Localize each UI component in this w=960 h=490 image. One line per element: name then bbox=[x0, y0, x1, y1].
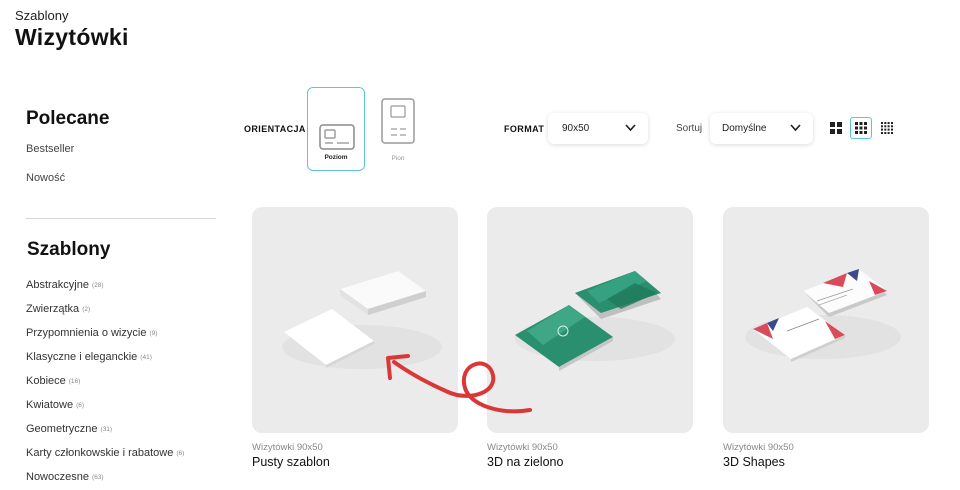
category-label: Klasyczne i eleganckie bbox=[26, 351, 138, 363]
category-label: Nowoczesne bbox=[26, 471, 89, 483]
orientation-portrait-option[interactable]: Pion bbox=[369, 87, 427, 171]
format-label: FORMAT bbox=[504, 124, 545, 134]
category-count: (6) bbox=[176, 450, 185, 457]
product-format: Wizytówki 90x50 bbox=[723, 442, 794, 453]
sidebar-category-classic[interactable]: Klasyczne i eleganckie (41) bbox=[26, 351, 152, 363]
portrait-card-icon bbox=[381, 98, 415, 144]
product-name[interactable]: Pusty szablon bbox=[252, 455, 458, 469]
sidebar-category-abstract[interactable]: Abstrakcyjne (28) bbox=[26, 279, 104, 291]
sidebar-category-floral[interactable]: Kwiatowe (6) bbox=[26, 399, 84, 411]
sidebar-link-new[interactable]: Nowość bbox=[26, 172, 65, 184]
product-format: Wizytówki 90x50 bbox=[487, 442, 558, 453]
view-large-grid-button[interactable] bbox=[825, 117, 847, 139]
category-count: (63) bbox=[91, 474, 104, 481]
category-label: Kwiatowe bbox=[26, 399, 74, 411]
blank-cards-mockup bbox=[282, 271, 442, 369]
landscape-card-icon bbox=[319, 124, 355, 150]
sidebar-divider bbox=[26, 218, 216, 219]
grid-4x4-icon bbox=[881, 122, 893, 134]
templates-heading: Szablony bbox=[27, 239, 111, 260]
product-name[interactable]: 3D Shapes bbox=[723, 455, 929, 469]
sort-label: Sortuj bbox=[676, 123, 703, 134]
sidebar-category-animals[interactable]: Zwierzątka (2) bbox=[26, 303, 90, 315]
category-count: (28) bbox=[91, 282, 104, 289]
page-supertitle: Szablony bbox=[15, 8, 69, 23]
sidebar-category-feminine[interactable]: Kobiece (16) bbox=[26, 375, 80, 387]
orientation-label: ORIENTACJA bbox=[244, 124, 306, 134]
sidebar-category-modern[interactable]: Nowoczesne (63) bbox=[26, 471, 104, 483]
product-card-3d-green[interactable]: Wizytówki 90x50 3D na zielono bbox=[487, 207, 693, 469]
page-header: Szablony Wizytówki bbox=[15, 8, 129, 51]
sidebar-category-geometric[interactable]: Geometryczne (31) bbox=[26, 423, 112, 435]
product-card-blank[interactable]: Wizytówki 90x50 Pusty szablon bbox=[252, 207, 458, 469]
view-small-grid-button[interactable] bbox=[876, 117, 898, 139]
sidebar-link-bestseller[interactable]: Bestseller bbox=[26, 143, 74, 155]
category-label: Zwierzątka bbox=[26, 303, 80, 315]
featured-heading: Polecane bbox=[26, 108, 110, 129]
category-label: Abstrakcyjne bbox=[26, 279, 89, 291]
format-value: 90x50 bbox=[562, 123, 590, 134]
category-count: (2) bbox=[82, 306, 91, 313]
shapes-cards-mockup bbox=[745, 269, 901, 362]
category-count: (6) bbox=[76, 402, 85, 409]
category-count: (16) bbox=[68, 378, 81, 385]
format-dropdown[interactable]: 90x50 bbox=[548, 113, 648, 144]
chevron-down-icon bbox=[625, 124, 636, 132]
sort-value: Domyślne bbox=[722, 123, 767, 134]
product-name[interactable]: 3D na zielono bbox=[487, 455, 693, 469]
product-image[interactable] bbox=[723, 207, 929, 433]
product-image[interactable] bbox=[252, 207, 458, 433]
orientation-landscape-label: Poziom bbox=[324, 154, 348, 161]
grid-2x2-icon bbox=[830, 122, 842, 134]
category-count: (41) bbox=[140, 354, 152, 361]
category-label: Kobiece bbox=[26, 375, 66, 387]
product-format: Wizytówki 90x50 bbox=[252, 442, 323, 453]
page-title: Wizytówki bbox=[15, 24, 129, 50]
view-medium-grid-button[interactable] bbox=[850, 117, 872, 139]
product-card-3d-shapes[interactable]: Wizytówki 90x50 3D Shapes bbox=[723, 207, 929, 469]
green-cards-mockup bbox=[515, 271, 675, 371]
product-image[interactable] bbox=[487, 207, 693, 433]
category-count: (9) bbox=[149, 330, 158, 337]
chevron-down-icon bbox=[790, 124, 801, 132]
category-label: Karty członkowskie i rabatowe bbox=[26, 447, 174, 459]
category-count: (31) bbox=[100, 426, 113, 433]
orientation-portrait-label: Pion bbox=[391, 155, 405, 162]
sidebar-category-membership[interactable]: Karty członkowskie i rabatowe (6) bbox=[26, 447, 184, 459]
sort-dropdown[interactable]: Domyślne bbox=[710, 113, 813, 144]
category-label: Geometryczne bbox=[26, 423, 98, 435]
sidebar-category-reminders[interactable]: Przypomnienia o wizycie (9) bbox=[26, 327, 157, 339]
orientation-landscape-option[interactable]: Poziom bbox=[307, 87, 365, 171]
category-label: Przypomnienia o wizycie bbox=[26, 327, 147, 339]
grid-3x3-icon bbox=[855, 122, 867, 134]
